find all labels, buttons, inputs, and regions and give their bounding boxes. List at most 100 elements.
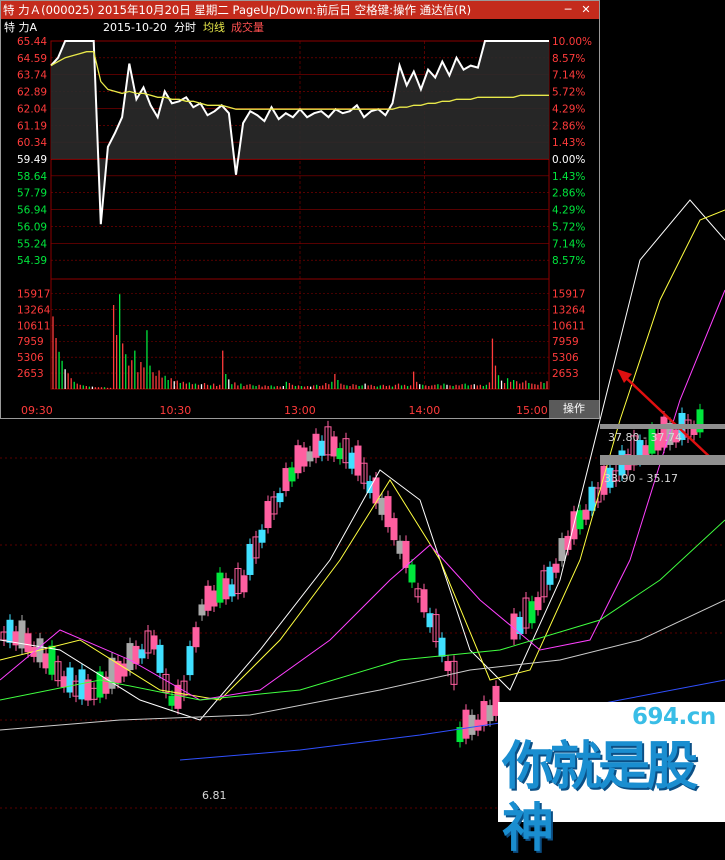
price-tick-label: 64.59 <box>17 53 47 65</box>
volume-tick-label: 10611 <box>552 320 585 332</box>
kline-candle <box>240 575 248 593</box>
kline-candle <box>420 589 428 613</box>
kline-candle <box>462 709 470 739</box>
close-icon[interactable]: ✕ <box>579 3 593 17</box>
price-tick-label: 54.39 <box>17 255 47 267</box>
kline-candle <box>528 601 536 624</box>
kline-candle <box>228 584 236 597</box>
price-tick-label: 63.74 <box>17 70 47 82</box>
kline-candle <box>444 661 452 672</box>
kline-candle <box>156 644 164 673</box>
chart-mode: 分时 <box>174 21 196 34</box>
time-tick-label: 10:30 <box>160 404 192 417</box>
pct-tick-label: 4.29% <box>552 205 585 217</box>
kline-candle <box>426 613 434 628</box>
kline-candle <box>318 440 326 456</box>
watermark-site: 694.cn <box>632 704 716 730</box>
kline-candle <box>588 486 596 511</box>
kline-candle <box>582 509 590 520</box>
low-price-label: 6.81 <box>202 789 227 802</box>
price-tick-label: 62.04 <box>17 103 47 115</box>
pct-tick-label: 7.14% <box>552 70 585 82</box>
kline-candle <box>138 649 146 659</box>
kline-candle <box>210 590 218 607</box>
kline-candle <box>258 529 266 543</box>
time-tick-label: 09:30 <box>21 404 53 417</box>
chart-date: 2015-10-20 <box>103 21 167 34</box>
kline-candle <box>294 445 302 474</box>
pct-tick-label: 1.43% <box>552 171 585 183</box>
price-tick-label: 61.19 <box>17 120 47 132</box>
window-title: 特 力Ａ(000025) 2015年10月20日 星期二 PageUp/Down… <box>3 3 472 17</box>
volume-tick-label: 7959 <box>552 336 579 348</box>
range-bar-1 <box>600 424 725 429</box>
kline-candle <box>396 540 404 554</box>
kline-candle <box>336 448 344 460</box>
kline-candle <box>378 497 386 515</box>
kline-candle <box>288 467 296 482</box>
volume-tick-label: 5306 <box>552 352 579 364</box>
price-tick-label: 62.89 <box>17 87 47 99</box>
pct-tick-label: 5.72% <box>552 87 585 99</box>
range-label-2: 33.90 - 35.17 <box>604 472 678 485</box>
kline-candle <box>246 543 254 575</box>
kline-candle <box>534 597 542 611</box>
pct-tick-label: 1.43% <box>552 137 585 149</box>
volume-tick-label: 15917 <box>552 288 585 300</box>
price-tick-label: 60.34 <box>17 137 47 149</box>
volume-tick-label: 2653 <box>17 368 44 380</box>
kline-candle <box>264 501 272 529</box>
kline-candle <box>438 637 446 657</box>
range-bar-2 <box>600 455 725 465</box>
kline-candle <box>42 653 50 669</box>
kline-candle <box>66 667 74 693</box>
price-tick-label: 58.64 <box>17 171 47 183</box>
kline-candle <box>222 578 230 600</box>
kline-candle <box>168 695 176 706</box>
volume-label: 成交量 <box>231 21 264 34</box>
kline-candle <box>282 468 290 492</box>
kline-candle <box>348 452 356 469</box>
kline-candle <box>132 645 140 664</box>
price-tick-label: 56.09 <box>17 221 47 233</box>
kline-candle <box>474 719 482 731</box>
kline-candle <box>6 619 14 643</box>
kline-candle <box>558 538 566 562</box>
intraday-chart: 65.44 10.00% 64.59 8.57% 63.74 7.14% 62.89 5.72… <box>17 37 592 417</box>
kline-candle <box>354 445 362 476</box>
kline-candle <box>546 566 554 585</box>
operate-button[interactable]: 操作 <box>549 400 599 418</box>
range-label-1: 37.80 - 37.74 <box>608 431 682 444</box>
kline-candle <box>552 563 560 573</box>
info-bar: 特 力A 2015-10-20 分时 均线 成交量 <box>1 19 599 37</box>
watermark-slogan: 你就是股神 <box>502 737 698 859</box>
kline-candle <box>192 627 200 648</box>
price-tick-label: 55.24 <box>17 238 47 250</box>
minimize-icon[interactable]: ─ <box>561 3 575 17</box>
kline-candle <box>486 705 494 722</box>
kline-candle <box>384 496 392 528</box>
pct-tick-label: 10.00% <box>552 37 592 48</box>
popup-title-bar[interactable]: 特 力Ａ(000025) 2015年10月20日 星期二 PageUp/Down… <box>1 1 599 19</box>
time-tick-label: 15:00 <box>516 404 548 417</box>
price-tick-label: 56.94 <box>17 205 47 217</box>
intraday-popup[interactable]: 特 力Ａ(000025) 2015年10月20日 星期二 PageUp/Down… <box>0 0 600 419</box>
kline-candle <box>216 572 224 603</box>
pct-tick-label: 2.86% <box>552 120 585 132</box>
volume-tick-label: 13264 <box>552 304 586 316</box>
kline-candle <box>60 676 68 688</box>
kline-candle <box>300 447 308 467</box>
volume-tick-label: 13264 <box>17 304 51 316</box>
volume-tick-label: 5306 <box>17 352 44 364</box>
kline-candle <box>276 493 284 503</box>
pct-tick-label: 5.72% <box>552 221 585 233</box>
pct-tick-label: 4.29% <box>552 103 585 115</box>
pct-tick-label: 8.57% <box>552 53 585 65</box>
kline-candle <box>468 714 476 735</box>
kline-candle <box>48 645 56 675</box>
kline-candle <box>150 635 158 650</box>
kline-candle <box>186 646 194 676</box>
avg-line-label: 均线 <box>203 21 225 34</box>
kline-candle <box>576 510 584 530</box>
volume-tick-label: 15917 <box>17 288 50 300</box>
